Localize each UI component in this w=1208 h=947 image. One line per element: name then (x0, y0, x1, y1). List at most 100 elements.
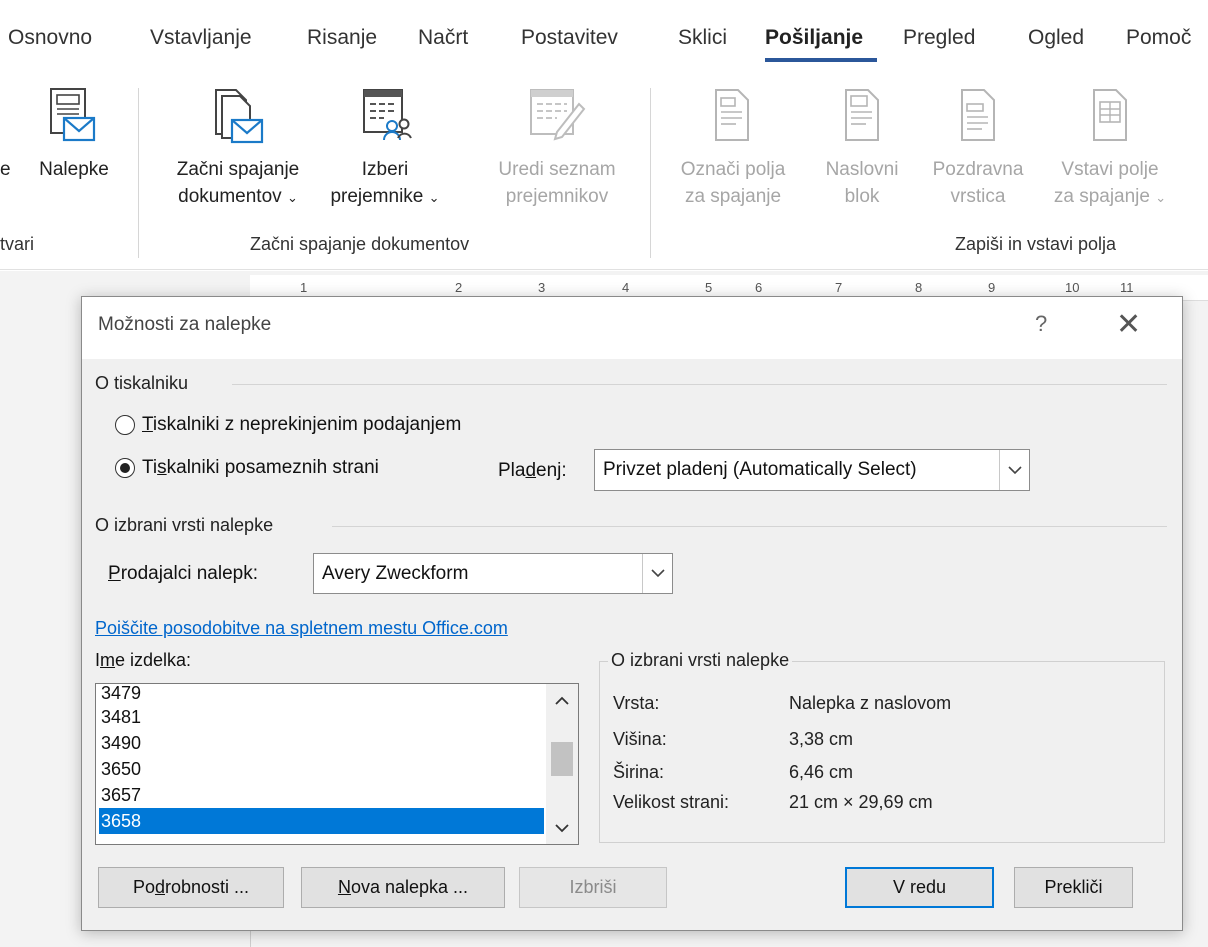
tab-sklici[interactable]: Sklici (678, 26, 727, 50)
ruler-tick-label: 8 (915, 280, 923, 295)
radio-unchecked[interactable] (115, 415, 135, 435)
greeting-line-label-2: vrstica (950, 186, 1006, 207)
address-block-label-1: Naslovni (825, 159, 899, 180)
list-item[interactable]: 3479 (99, 684, 544, 706)
active-tab-indicator (765, 58, 877, 62)
partial-button-label: e (0, 159, 11, 180)
continuous-feed-radio[interactable]: Tiskalniki z neprekinjenim podajanjem (115, 414, 461, 436)
printer-section-title: O tiskalniku (95, 373, 189, 393)
tab-osnovno[interactable]: Osnovno (8, 26, 92, 50)
product-number-label: Ime izdelka: (95, 650, 192, 670)
ribbon-tabs: Osnovno Vstavljanje Risanje Načrt Postav… (0, 0, 1208, 80)
office-updates-link[interactable]: Poiščite posodobitve na spletnem mestu O… (95, 618, 508, 639)
list-scrollbar[interactable] (546, 684, 578, 844)
group-label-write-insert: Zapiši in vstavi polja (955, 234, 1117, 254)
info-type-value: Nalepka z naslovom (789, 693, 952, 713)
ruler-tick-label: 6 (755, 280, 763, 295)
tab-nacrt[interactable]: Načrt (418, 26, 468, 50)
scroll-thumb[interactable] (551, 742, 573, 776)
insert-merge-field-icon (1093, 89, 1127, 141)
select-recipients-icon (363, 89, 412, 141)
list-item-selected[interactable]: 3658 (99, 808, 544, 834)
tab-posiljanje[interactable]: Pošiljanje (765, 26, 863, 50)
chevron-down-icon: ⌄ (1155, 190, 1167, 205)
dialog-titlebar[interactable]: Možnosti za nalepke ? ✕ (82, 297, 1182, 359)
ruler-tick-label: 7 (835, 280, 843, 295)
product-number-list[interactable]: 3479 3481 3490 3650 3657 3658 (95, 683, 579, 845)
label-info-box (599, 661, 1165, 843)
chevron-up-icon[interactable] (546, 686, 578, 714)
ruler-tick-label: 10 (1065, 280, 1080, 295)
edit-recipient-list-button[interactable]: Uredi seznam prejemnikov (479, 89, 635, 210)
ok-button[interactable]: V redu (845, 867, 994, 908)
details-button[interactable]: Po d robnosti ... (98, 867, 284, 908)
help-icon[interactable]: ? (1035, 311, 1047, 337)
section-divider (232, 384, 1167, 385)
start-mail-merge-button[interactable]: Začni spajanje dokumentov ⌄ (158, 89, 318, 211)
start-mail-merge-icon (215, 89, 264, 144)
greeting-line-button[interactable]: Pozdravna vrstica (918, 89, 1038, 210)
info-width-value: 6,46 cm (789, 762, 854, 782)
edit-recipient-list-label-2: prejemnikov (505, 186, 609, 207)
highlight-merge-fields-icon (715, 89, 749, 141)
new-label-button[interactable]: Nova nalepka ... (301, 867, 505, 908)
tray-select-value: Privzet pladenj (Automatically Select) (603, 459, 917, 480)
select-recipients-label-2: prejemnike ⌄ (330, 186, 440, 207)
info-page-size-value: 21 cm × 29,69 cm (789, 792, 933, 812)
info-height-value: 3,38 cm (789, 729, 854, 749)
ruler-tick-label: 2 (455, 280, 463, 295)
vendor-label: Prodajalci nalepk: (108, 563, 258, 584)
ruler-tick-label: 4 (622, 280, 630, 295)
info-type-key: Vrsta: (613, 693, 660, 713)
tab-pomoc[interactable]: Pomoč (1126, 26, 1208, 50)
section-divider (332, 526, 1167, 527)
chevron-down-icon[interactable] (642, 554, 672, 593)
group-separator (138, 88, 139, 258)
delete-button[interactable]: Izbriši (519, 867, 667, 908)
ruler-tick-label: 11 (1120, 280, 1134, 295)
info-width-key: Širina: (613, 762, 665, 782)
insert-merge-field-label-1: Vstavi polje (1061, 159, 1159, 180)
page-printers-label: Tiskalniki posameznih strani (142, 457, 379, 478)
highlight-merge-fields-label-2: za spajanje (684, 186, 782, 207)
group-label-create: tvari (0, 234, 35, 254)
address-block-label-2: blok (844, 186, 880, 207)
chevron-down-icon[interactable] (999, 450, 1029, 490)
label-type-section-title: O izbrani vrsti nalepke (95, 515, 274, 535)
vendor-select[interactable]: Avery Zweckform (313, 553, 673, 594)
list-item[interactable]: 3481 (99, 704, 544, 730)
chevron-down-icon: ⌄ (286, 190, 298, 205)
group-label-start-merge: Začni spajanje dokumentov (250, 234, 470, 254)
insert-merge-field-button[interactable]: Vstavi polje za spajanje ⌄ (1040, 89, 1180, 211)
insert-merge-field-label-2: za spajanje ⌄ (1053, 186, 1167, 207)
greeting-line-icon (961, 89, 995, 141)
cancel-button[interactable]: Prekliči (1014, 867, 1133, 908)
tab-risanje[interactable]: Risanje (307, 26, 377, 50)
ruler-tick-label: 3 (538, 280, 546, 295)
list-item[interactable]: 3657 (99, 782, 544, 808)
tray-select[interactable]: Privzet pladenj (Automatically Select) (594, 449, 1030, 491)
highlight-merge-fields-button[interactable]: Označi polja za spajanje (668, 89, 798, 210)
start-mail-merge-label-1: Začni spajanje (176, 159, 300, 180)
list-item[interactable]: 3650 (99, 756, 544, 782)
tab-postavitev[interactable]: Postavitev (521, 26, 618, 50)
chevron-down-icon: ⌄ (428, 190, 440, 205)
tab-pregled[interactable]: Pregled (903, 26, 975, 50)
list-item[interactable]: 3490 (99, 730, 544, 756)
edit-recipient-list-label-1: Uredi seznam (498, 159, 616, 180)
start-mail-merge-label-2: dokumentov ⌄ (178, 186, 298, 207)
address-block-button[interactable]: Naslovni blok (812, 89, 912, 210)
tab-ogled[interactable]: Ogled (1028, 26, 1084, 50)
tab-vstavljanje[interactable]: Vstavljanje (150, 26, 252, 50)
page-printers-radio[interactable]: Tiskalniki posameznih strani (115, 457, 379, 479)
address-block-icon (845, 89, 879, 141)
close-icon[interactable]: ✕ (1116, 307, 1141, 342)
select-recipients-button[interactable]: Izberi prejemnike ⌄ (325, 89, 445, 211)
chevron-down-icon[interactable] (546, 814, 578, 842)
ruler-tick-label: 5 (705, 280, 713, 295)
radio-checked[interactable] (115, 458, 135, 478)
labels-button[interactable]: Nalepke (26, 88, 122, 183)
vendor-select-value: Avery Zweckform (322, 562, 469, 584)
dialog-title: Možnosti za nalepke (98, 314, 272, 335)
select-recipients-label-1: Izberi (361, 159, 409, 180)
